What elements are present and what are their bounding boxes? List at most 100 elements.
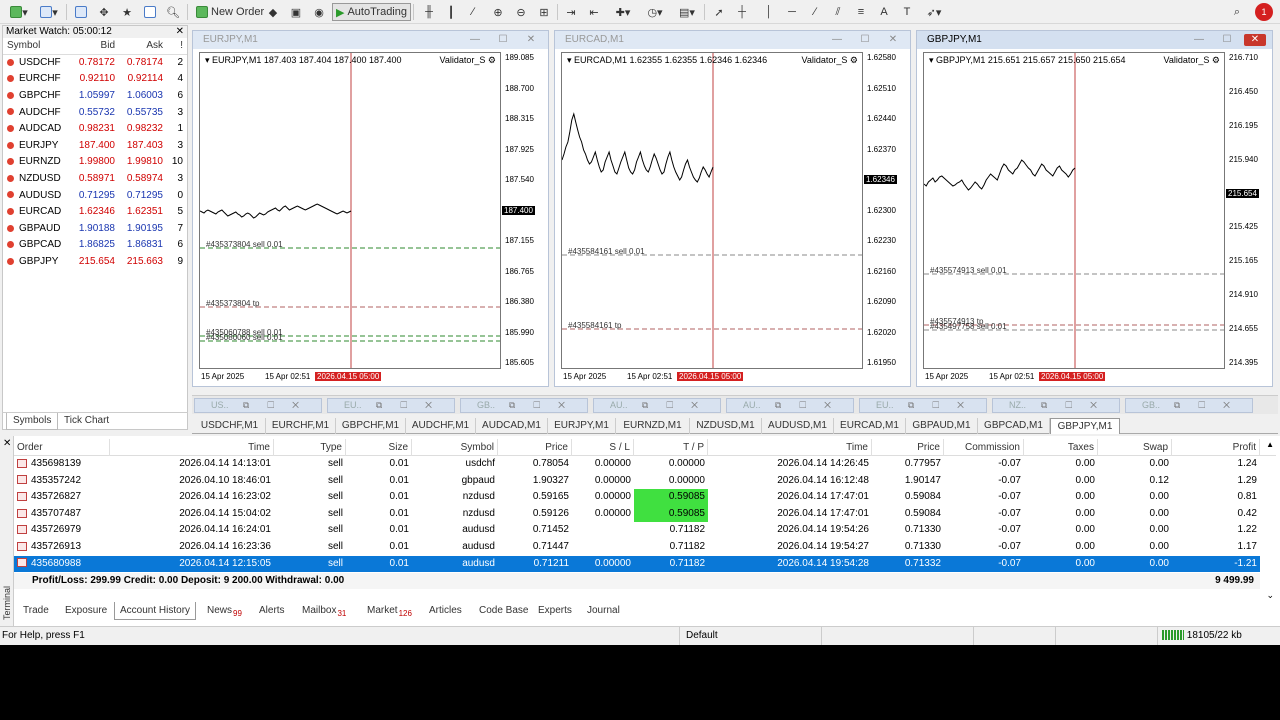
chart-window-eurcad[interactable]: EURCAD,M1 — ☐ ✕ ▾ EURCAD,M1 1.62355 1.6235… [554, 30, 911, 387]
chart-tab[interactable]: AUDUSD,M1 [762, 418, 834, 434]
zoom-in-icon[interactable]: ⊕ [489, 3, 507, 21]
minimize-icon[interactable]: — [1188, 34, 1210, 46]
autotrading-button[interactable]: ▶ AutoTrading [332, 3, 411, 21]
history-row[interactable]: 435357242 2026.04.10 18:46:01 sell 0.01 gbpa… [14, 473, 1260, 490]
navigator-icon[interactable]: ✥ [95, 3, 113, 21]
history-row[interactable]: 435726913 2026.04.14 16:23:36 sell 0.01 audu… [14, 539, 1260, 556]
chart-tab[interactable]: EURCAD,M1 [834, 418, 906, 434]
chart-tab[interactable]: GBPJPY,M1 [1050, 418, 1120, 434]
chart-tab[interactable]: GBPCHF,M1 [336, 418, 406, 434]
text-icon[interactable]: A [875, 3, 893, 21]
minimized-chart[interactable]: NZ.. ⧉☐✕ [992, 398, 1120, 413]
market-watch-row[interactable]: GBPJPY 215.654 215.663 9 [3, 253, 187, 270]
close-icon[interactable]: ✕ [882, 34, 904, 46]
chart-tab[interactable]: AUDCHF,M1 [406, 418, 476, 434]
new-order-button[interactable]: New Order [192, 3, 268, 21]
history-row[interactable]: 435680988 2026.04.14 12:15:05 sell 0.01 audu… [14, 555, 1260, 573]
text-label-icon[interactable]: T [898, 3, 916, 21]
tab-symbols[interactable]: Symbols [6, 413, 59, 430]
chart-window-gbpjpy[interactable]: GBPJPY,M1 — ☐ ✕ ▾ GBPJPY,M1 215.651 215.65… [916, 30, 1273, 387]
minimize-icon[interactable]: — [826, 34, 848, 46]
history-col[interactable]: Profit [1172, 439, 1260, 456]
history-col[interactable]: Price [498, 439, 572, 456]
market-watch-row[interactable]: USDCHF 0.78172 0.78174 2 [3, 54, 187, 71]
window-buttons-icon[interactable]: ⧉☐✕ [1174, 399, 1248, 412]
chart-title[interactable]: EURJPY,M1 — ☐ ✕ [193, 31, 548, 49]
profiles-icon[interactable]: ▾ [36, 3, 62, 21]
chevron-down-icon[interactable]: ⌄ [1266, 590, 1274, 601]
window-buttons-icon[interactable]: ⧉☐✕ [509, 399, 583, 412]
terminal-tab[interactable]: Journal [582, 602, 625, 620]
col-bid[interactable]: Bid [67, 38, 117, 55]
trendline-icon[interactable]: ∕ [806, 3, 824, 21]
maximize-icon[interactable]: ☐ [854, 34, 876, 46]
market-watch-row[interactable]: EURNZD 1.99800 1.99810 10 [3, 154, 187, 171]
minimized-chart[interactable]: GB.. ⧉☐✕ [460, 398, 588, 413]
zoom-out-icon[interactable]: ⊖ [512, 3, 530, 21]
terminal-tab[interactable]: Experts [533, 602, 577, 620]
chart-tab[interactable]: EURJPY,M1 [548, 418, 616, 434]
autoscroll-icon[interactable]: ⇤ [585, 3, 603, 21]
history-col[interactable]: Size [346, 439, 412, 456]
chart-tab[interactable]: GBPCAD,M1 [978, 418, 1050, 434]
chart-tab[interactable]: NZDUSD,M1 [690, 418, 762, 434]
history-row[interactable]: 435726979 2026.04.14 16:24:01 sell 0.01 audu… [14, 522, 1260, 539]
close-icon[interactable]: ✕ [1244, 34, 1266, 46]
terminal-tab[interactable]: Alerts [254, 602, 290, 620]
search-icon[interactable]: ⌕ [1228, 3, 1246, 21]
history-col[interactable]: Price [872, 439, 944, 456]
horizontal-line-icon[interactable]: ─ [783, 3, 801, 21]
close-icon[interactable]: ✕ [176, 26, 184, 37]
favorites-icon[interactable]: ★ [118, 3, 136, 21]
market-watch-row[interactable]: GBPCHF 1.05997 1.06003 6 [3, 87, 187, 104]
indicators-icon[interactable]: ✚▾ [610, 3, 636, 21]
minimized-chart[interactable]: EU.. ⧉☐✕ [327, 398, 455, 413]
history-col[interactable]: Order [14, 439, 110, 456]
maximize-icon[interactable]: ☐ [1216, 34, 1238, 46]
close-icon[interactable]: ✕ [3, 438, 11, 449]
window-buttons-icon[interactable]: ⧉☐✕ [1041, 399, 1115, 412]
periods-icon[interactable]: ◷▾ [642, 3, 668, 21]
history-col[interactable]: Taxes [1024, 439, 1098, 456]
candlestick-icon[interactable]: ┃ [442, 3, 460, 21]
minimized-chart[interactable]: GB.. ⧉☐✕ [1125, 398, 1253, 413]
crosshair-icon[interactable]: ┼ [733, 3, 751, 21]
terminal-icon[interactable] [141, 3, 159, 21]
window-buttons-icon[interactable]: ⧉☐✕ [243, 399, 317, 412]
market-watch-icon[interactable] [72, 3, 90, 21]
col-ask[interactable]: Ask [117, 38, 165, 55]
chart-tab[interactable]: GBPAUD,M1 [906, 418, 978, 434]
history-row[interactable]: 435726827 2026.04.14 16:23:02 sell 0.01 nzdu… [14, 489, 1260, 506]
notifications-icon[interactable]: 1 [1255, 3, 1273, 21]
minimized-chart[interactable]: AU.. ⧉☐✕ [726, 398, 854, 413]
templates-icon[interactable]: ▤▾ [674, 3, 700, 21]
history-col[interactable]: Commission [944, 439, 1024, 456]
window-buttons-icon[interactable]: ⧉☐✕ [775, 399, 849, 412]
terminal-tab[interactable]: Code Base [474, 602, 533, 620]
chart-tab[interactable]: EURNZD,M1 [616, 418, 690, 434]
history-col[interactable]: Symbol [412, 439, 498, 456]
cursor-icon[interactable]: ➚ [710, 3, 728, 21]
price-plot[interactable]: ▾ GBPJPY,M1 215.651 215.657 215.650 215.… [923, 52, 1225, 369]
chart-tab[interactable]: EURCHF,M1 [266, 418, 336, 434]
terminal-tab[interactable]: News99 [202, 602, 247, 620]
price-plot[interactable]: ▾ EURCAD,M1 1.62355 1.62355 1.62346 1.62… [561, 52, 863, 369]
vertical-line-icon[interactable]: │ [760, 3, 778, 21]
chart-tab[interactable]: AUDCAD,M1 [476, 418, 548, 434]
chart-window-eurjpy[interactable]: EURJPY,M1 — ☐ ✕ ▾ EURJPY,M1 187.403 187.40… [192, 30, 549, 387]
col-symbol[interactable]: Symbol [3, 38, 67, 55]
line-chart-icon[interactable]: ∕ [464, 3, 482, 21]
history-col[interactable]: S / L [572, 439, 634, 456]
col-spread[interactable]: ! [165, 38, 187, 55]
tile-windows-icon[interactable]: ⊞ [535, 3, 553, 21]
market-watch-row[interactable]: AUDUSD 0.71295 0.71295 0 [3, 187, 187, 204]
market-watch-row[interactable]: GBPCAD 1.86825 1.86831 6 [3, 237, 187, 254]
terminal-tab[interactable]: Account History [114, 602, 197, 620]
history-row[interactable]: 435707487 2026.04.14 15:04:02 sell 0.01 nzdu… [14, 505, 1260, 523]
chart-title[interactable]: GBPJPY,M1 — ☐ ✕ [917, 31, 1272, 49]
price-plot[interactable]: ▾ EURJPY,M1 187.403 187.404 187.400 187.… [199, 52, 501, 369]
history-col[interactable]: Swap [1098, 439, 1172, 456]
terminal-tab[interactable]: Mailbox31 [297, 602, 351, 620]
bar-chart-icon[interactable]: ╫ [420, 3, 438, 21]
terminal-tab[interactable]: Exposure [60, 602, 112, 620]
